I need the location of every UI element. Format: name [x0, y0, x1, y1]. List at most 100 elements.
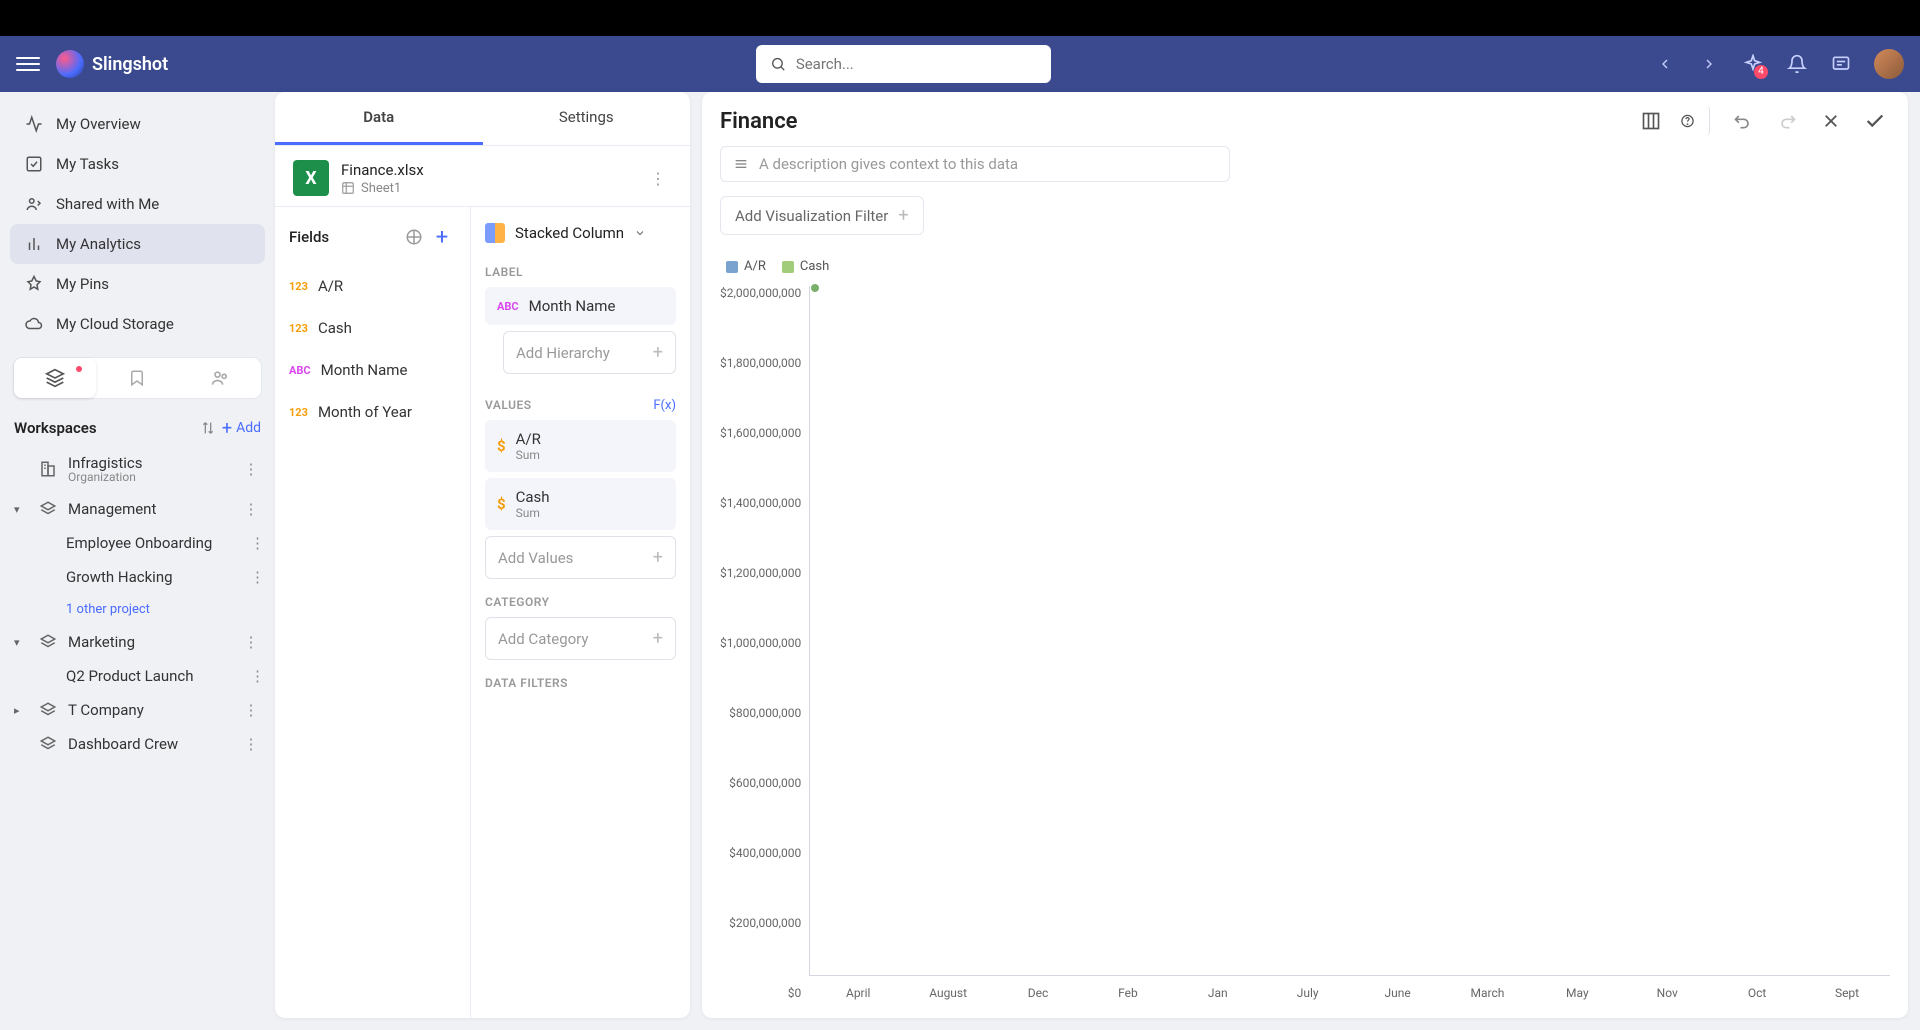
nav-item-shared-with-me[interactable]: Shared with Me	[10, 184, 265, 224]
field-item[interactable]: ABCMonth Name	[275, 349, 470, 391]
redo-button[interactable]	[1772, 106, 1802, 136]
plus-icon: +	[898, 205, 908, 226]
stack-icon	[38, 701, 58, 719]
fx-button[interactable]: F(x)	[653, 398, 676, 413]
workspace-other-link[interactable]: 1 other project	[10, 594, 265, 625]
file-more-button[interactable]: ⋮	[644, 164, 672, 192]
notification-badge: 4	[1754, 65, 1768, 79]
search-input[interactable]	[796, 55, 1037, 73]
y-tick-label: $1,000,000,000	[720, 636, 801, 650]
label-chip-month-name[interactable]: ABC Month Name	[485, 287, 676, 325]
x-tick-label: Oct	[1714, 986, 1800, 1000]
nav-item-my-overview[interactable]: My Overview	[10, 104, 265, 144]
workspace-item[interactable]: ▾Management⋮	[10, 492, 265, 526]
workspace-more-button[interactable]: ⋮	[250, 534, 265, 552]
workspace-child[interactable]: Employee Onboarding⋮	[10, 526, 265, 560]
viz-title[interactable]: Finance	[720, 109, 1622, 134]
nav-item-my-analytics[interactable]: My Analytics	[10, 224, 265, 264]
field-item[interactable]: 123A/R	[275, 265, 470, 307]
help-button[interactable]	[1680, 106, 1710, 136]
workspace-child[interactable]: Growth Hacking⋮	[10, 560, 265, 594]
segment-bookmarks[interactable]	[96, 358, 178, 398]
y-tick-label: $2,000,000,000	[720, 286, 801, 300]
add-values-button[interactable]: Add Values+	[485, 536, 676, 579]
description-input[interactable]: A description gives context to this data	[720, 146, 1230, 182]
workspace-more-button[interactable]: ⋮	[241, 633, 261, 651]
x-tick-label: March	[1445, 986, 1531, 1000]
workspace-item[interactable]: ▾Marketing⋮	[10, 625, 265, 659]
y-tick-label: $400,000,000	[720, 846, 801, 860]
y-tick-label: $200,000,000	[720, 916, 801, 930]
y-tick-label: $1,800,000,000	[720, 356, 801, 370]
nav-item-my-pins[interactable]: My Pins	[10, 264, 265, 304]
add-category-button[interactable]: Add Category+	[485, 617, 676, 660]
chevron-icon: ▾	[14, 636, 28, 649]
nav-item-my-tasks[interactable]: My Tasks	[10, 144, 265, 184]
field-item[interactable]: 123Month of Year	[275, 391, 470, 433]
y-tick-label: $600,000,000	[720, 776, 801, 790]
nav-forward-button[interactable]	[1698, 53, 1720, 75]
workspaces-sort[interactable]	[194, 414, 222, 442]
chat-button[interactable]	[1830, 53, 1852, 75]
fields-add-button[interactable]: +	[428, 223, 456, 251]
workspace-more-button[interactable]: ⋮	[241, 701, 261, 719]
x-tick-label: April	[815, 986, 901, 1000]
chart-legend: A/R Cash	[720, 255, 1890, 286]
close-button[interactable]	[1816, 106, 1846, 136]
data-source-row[interactable]: X Finance.xlsx Sheet1 ⋮	[275, 146, 690, 207]
undo-button[interactable]	[1728, 106, 1758, 136]
workspace-more-button[interactable]: ⋮	[250, 568, 265, 586]
user-avatar[interactable]	[1874, 49, 1904, 79]
segment-workspaces[interactable]	[14, 358, 96, 398]
workspaces-title: Workspaces	[14, 419, 194, 437]
bell-button[interactable]	[1786, 53, 1808, 75]
chat-icon	[1831, 54, 1851, 74]
workspaces-add[interactable]: +Add	[222, 418, 261, 439]
workspace-item[interactable]: InfragisticsOrganization⋮	[10, 446, 265, 492]
tab-data[interactable]: Data	[275, 92, 483, 145]
workspace-item[interactable]: Dashboard Crew⋮	[10, 727, 265, 761]
workspace-more-button[interactable]: ⋮	[241, 460, 261, 478]
segment-people[interactable]	[179, 358, 261, 398]
value-chip-cash[interactable]: $ CashSum	[485, 478, 676, 530]
field-item[interactable]: 123Cash	[275, 307, 470, 349]
y-tick-label: $1,400,000,000	[720, 496, 801, 510]
section-label-values: VALUES	[485, 398, 532, 412]
chart-y-axis: $2,000,000,000$1,800,000,000$1,600,000,0…	[720, 286, 809, 1000]
sparkle-notifications[interactable]: 4	[1742, 53, 1764, 75]
lines-icon	[733, 156, 749, 172]
nav-back-button[interactable]	[1654, 53, 1676, 75]
chevron-icon: ▸	[14, 704, 28, 717]
users-icon	[24, 194, 44, 214]
add-viz-filter-button[interactable]: Add Visualization Filter +	[720, 196, 924, 235]
x-tick-label: May	[1534, 986, 1620, 1000]
sheet-icon	[341, 181, 355, 195]
confirm-button[interactable]	[1860, 106, 1890, 136]
value-chip-ar[interactable]: $ A/RSum	[485, 420, 676, 472]
nav-item-my-cloud-storage[interactable]: My Cloud Storage	[10, 304, 265, 344]
search-icon	[770, 55, 786, 73]
app-name: Slingshot	[92, 54, 168, 75]
y-tick-label: $1,200,000,000	[720, 566, 801, 580]
x-tick-label: Dec	[995, 986, 1081, 1000]
workspace-more-button[interactable]: ⋮	[241, 500, 261, 518]
tab-settings[interactable]: Settings	[483, 92, 691, 145]
add-hierarchy-button[interactable]: Add Hierarchy+	[503, 331, 676, 374]
app-logo[interactable]: Slingshot	[56, 50, 168, 78]
workspace-child[interactable]: Q2 Product Launch⋮	[10, 659, 265, 693]
menu-toggle[interactable]	[16, 52, 40, 76]
type-badge: 123	[289, 322, 308, 335]
grid-view-button[interactable]	[1636, 106, 1666, 136]
data-panel: Data Settings X Finance.xlsx Sheet1 ⋮ Fi…	[275, 92, 690, 1018]
workspace-more-button[interactable]: ⋮	[241, 735, 261, 753]
viz-type-picker[interactable]: Stacked Column	[485, 219, 676, 257]
check-square-icon	[24, 154, 44, 174]
workspace-more-button[interactable]: ⋮	[250, 667, 265, 685]
brain-icon	[405, 228, 423, 246]
legend-swatch-cash	[782, 261, 794, 273]
fields-brain-button[interactable]	[400, 223, 428, 251]
search-box[interactable]	[756, 45, 1051, 83]
redo-icon	[1777, 111, 1797, 131]
workspace-item[interactable]: ▸T Company⋮	[10, 693, 265, 727]
chart-bars	[809, 286, 1890, 976]
